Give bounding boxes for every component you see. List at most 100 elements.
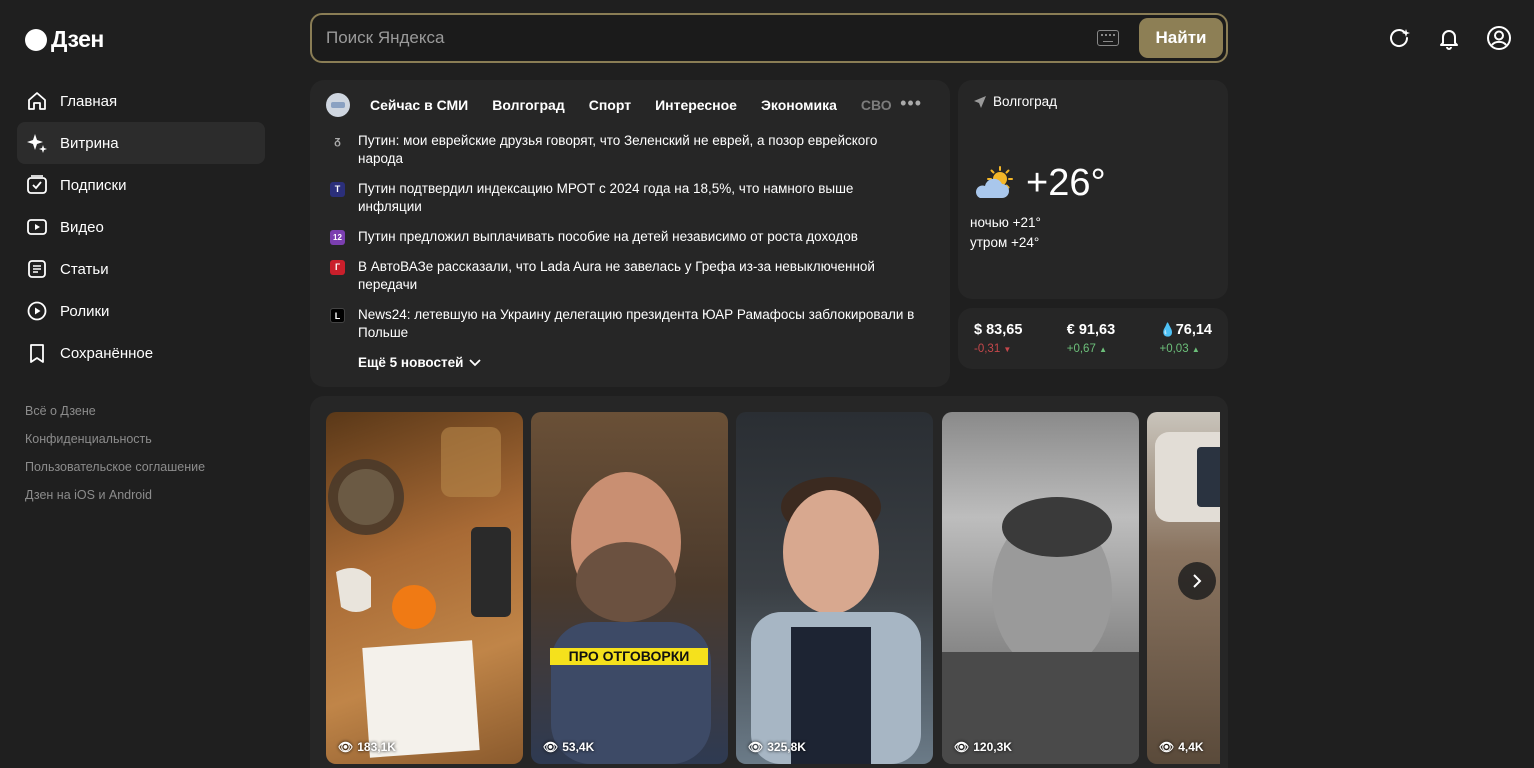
video-caption: ПРО ОТГОВОРКИ <box>550 648 708 665</box>
rate-value: $ 83,65 <box>974 322 1023 338</box>
sidebar-nav: Главная Витрина Подписки Видео Статьи Ро… <box>17 80 265 374</box>
footer-link-about[interactable]: Всё о Дзене <box>25 404 205 432</box>
top-actions <box>1386 25 1512 51</box>
profile-icon[interactable] <box>1486 25 1512 51</box>
news-item[interactable]: T Путин подтвердил индексацию МРОТ с 202… <box>330 180 920 216</box>
video-thumbnail <box>751 477 921 764</box>
video-icon <box>27 219 47 235</box>
footer-link-apps[interactable]: Дзен на iOS и Android <box>25 488 205 516</box>
news-item[interactable]: 12 Путин предложил выплачивать пособие н… <box>330 228 920 246</box>
subscriptions-icon <box>27 175 47 194</box>
eye-icon: 👁 <box>338 740 354 754</box>
news-item[interactable]: L News24: летевшую на Украину делегацию … <box>330 306 920 342</box>
news-source-icon: 12 <box>330 230 345 245</box>
news-source-icon: L <box>330 308 345 323</box>
rate-change: -0,31 ▼ <box>974 343 1012 355</box>
news-source-avatar[interactable] <box>326 93 350 117</box>
short-video-card[interactable]: ПРО ОТГОВОРКИ 👁 53,4K <box>531 412 728 764</box>
sidebar-item-articles[interactable]: Статьи <box>17 248 265 290</box>
logo-mark <box>25 28 47 51</box>
weather-city: Волгоград <box>993 94 1058 109</box>
eye-icon: 👁 <box>954 740 970 754</box>
view-count: 👁 325,8K <box>748 740 806 754</box>
rate-change: +0,67 ▲ <box>1066 343 1107 355</box>
arrow-up-icon: ▲ <box>1099 345 1107 354</box>
news-tabs: Сейчас в СМИ Волгоград Спорт Интересное … <box>326 93 936 117</box>
news-headline: Путин: мои еврейские друзья говорят, что… <box>358 133 878 166</box>
news-headline: News24: летевшую на Украину делегацию пр… <box>358 307 915 340</box>
news-item[interactable]: ᵹ Путин: мои еврейские друзья говорят, ч… <box>330 132 920 168</box>
sidebar-item-label: Подписки <box>60 176 127 194</box>
eye-icon: 👁 <box>1159 740 1175 754</box>
tab-economy[interactable]: Экономика <box>761 97 837 113</box>
video-thumbnail <box>328 427 511 758</box>
chevron-right-icon <box>1193 574 1202 588</box>
rate-change: +0,03 ▲ <box>1159 343 1200 355</box>
sidebar-item-shorts[interactable]: Ролики <box>17 290 265 332</box>
footer-links: Всё о Дзене Конфиденциальность Пользоват… <box>25 404 205 516</box>
tab-svo[interactable]: СВО <box>861 97 892 113</box>
news-headline: Путин предложил выплачивать пособие на д… <box>358 229 858 244</box>
weather-widget[interactable]: Волгоград +26° ночью +21° утром +24° <box>958 80 1228 299</box>
view-count: 👁 4,4K <box>1159 740 1204 754</box>
rate-value: 💧76,14 <box>1159 322 1212 338</box>
view-count: 👁 53,4K <box>543 740 595 754</box>
sidebar-item-showcase[interactable]: Витрина <box>17 122 265 164</box>
eye-icon: 👁 <box>748 740 764 754</box>
rate-eur: € 91,63 +0,67 ▲ <box>1067 322 1115 369</box>
logo-text: Дзен <box>51 26 104 52</box>
eye-icon: 👁 <box>543 740 559 754</box>
bookmark-icon <box>30 344 44 363</box>
weather-morning: утром +24° <box>970 235 1040 250</box>
more-news-button[interactable]: Ещё 5 новостей <box>358 355 482 370</box>
shorts-carousel: 👁183,1K ПРО ОТГОВОРКИ 👁53,4K 👁325,8K <box>310 396 1228 768</box>
tab-interesting[interactable]: Интересное <box>655 97 737 113</box>
short-video-card[interactable]: 👁 325,8K <box>736 412 933 764</box>
view-count: 👁 120,3K <box>954 740 1012 754</box>
footer-link-terms[interactable]: Пользовательское соглашение <box>25 460 205 488</box>
short-video-card[interactable]: 👁 183,1K <box>326 412 523 764</box>
weather-main: +26° <box>972 162 1106 205</box>
chevron-down-icon <box>469 358 482 366</box>
sidebar-item-home[interactable]: Главная <box>17 80 265 122</box>
footer-link-privacy[interactable]: Конфиденциальность <box>25 432 205 460</box>
more-dots-icon[interactable]: ••• <box>900 93 922 114</box>
location-arrow-icon <box>974 95 986 108</box>
shorts-strip: 👁183,1K ПРО ОТГОВОРКИ 👁53,4K 👁325,8K <box>326 412 1220 764</box>
sidebar-item-subscriptions[interactable]: Подписки <box>17 164 265 206</box>
rate-usd: $ 83,65 -0,31 ▼ <box>974 322 1022 369</box>
news-item[interactable]: Г В АвтоВАЗе рассказали, что Lada Aura н… <box>330 258 920 294</box>
tab-sport[interactable]: Спорт <box>589 97 631 113</box>
weather-temperature: +26° <box>1026 162 1106 204</box>
bell-icon[interactable] <box>1436 25 1462 51</box>
tab-now-in-media[interactable]: Сейчас в СМИ <box>370 97 468 113</box>
keyboard-icon[interactable] <box>1097 30 1119 46</box>
video-thumbnail <box>551 472 711 764</box>
search-bar: Найти <box>310 13 1228 63</box>
news-headline: В АвтоВАЗе рассказали, что Lada Aura не … <box>358 259 875 292</box>
sidebar-item-label: Статьи <box>60 260 109 278</box>
sidebar-item-label: Видео <box>60 218 104 236</box>
search-button[interactable]: Найти <box>1139 18 1223 58</box>
rate-value: € 91,63 <box>1066 322 1116 338</box>
news-list: ᵹ Путин: мои еврейские друзья говорят, ч… <box>330 132 920 354</box>
arrow-up-icon: ▲ <box>1191 345 1200 354</box>
news-source-icon: Г <box>330 260 345 275</box>
weather-location: Волгоград <box>973 94 1057 109</box>
video-thumbnail <box>942 497 1139 764</box>
refresh-sparkle-icon[interactable] <box>1386 25 1412 51</box>
tab-volgograd[interactable]: Волгоград <box>492 97 564 113</box>
news-source-icon: T <box>330 182 345 197</box>
shorts-icon <box>27 301 47 321</box>
sidebar-item-label: Сохранённое <box>60 344 154 362</box>
carousel-next-button[interactable] <box>1178 562 1216 600</box>
partly-cloudy-icon <box>976 165 1013 198</box>
sidebar-item-video[interactable]: Видео <box>17 206 265 248</box>
sidebar-item-saved[interactable]: Сохранённое <box>17 332 265 374</box>
sidebar-item-label: Витрина <box>60 134 119 152</box>
currency-rates[interactable]: $ 83,65 -0,31 ▼ € 91,63 +0,67 ▲ 💧76,14 +… <box>958 308 1228 369</box>
short-video-card[interactable]: 👁 120,3K <box>942 412 1139 764</box>
logo[interactable]: Дзен <box>25 26 104 53</box>
article-icon <box>28 260 46 278</box>
search-input[interactable] <box>312 28 1097 48</box>
